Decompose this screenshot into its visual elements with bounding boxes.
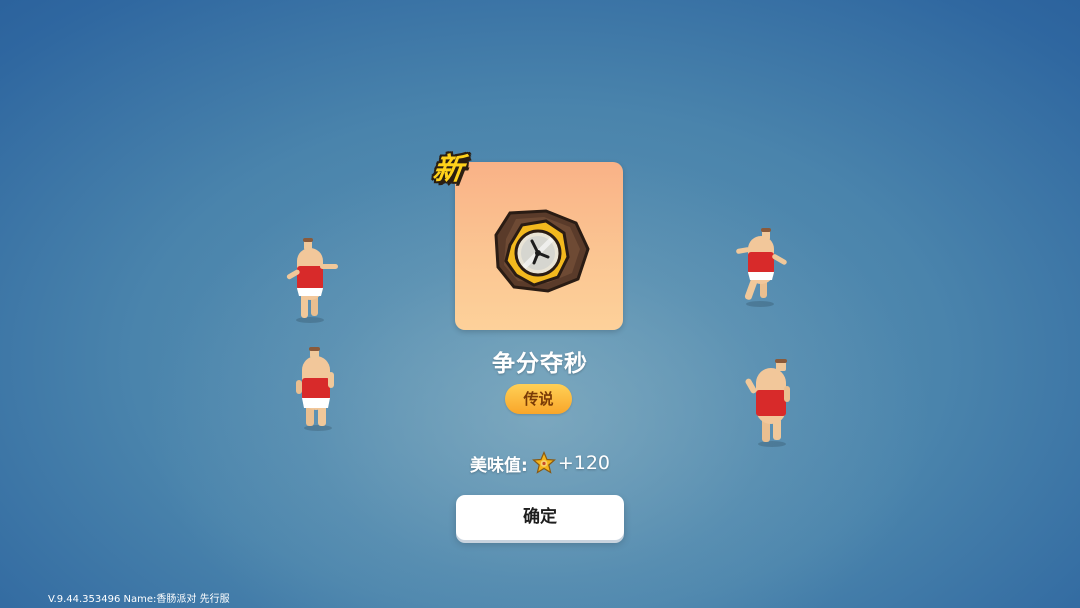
confirm-button[interactable]: 确定 <box>456 495 624 540</box>
sausage-character-bottom-left <box>296 347 334 431</box>
version-info: V.9.44.353496 Name:香肠派对 先行服 <box>48 594 230 605</box>
star-icon <box>531 451 556 474</box>
sausage-character-top-right <box>736 228 787 307</box>
sausage-character-top-left <box>286 238 338 323</box>
rarity-badge: 传说 <box>505 384 572 414</box>
taste-label: 美味值: <box>470 455 528 476</box>
taste-value: +120 <box>557 452 610 474</box>
new-badge: 新 <box>430 152 466 187</box>
clock-icon <box>494 209 590 293</box>
taste-value-row: 美味值: +120 <box>470 449 610 477</box>
reward-screen: 新 争分夺秒 传说 美味值: +120 确定 V.9.44.353496 Nam… <box>0 0 1080 608</box>
sausage-character-bottom-right <box>745 359 790 447</box>
item-name: 争分夺秒 <box>492 351 588 377</box>
